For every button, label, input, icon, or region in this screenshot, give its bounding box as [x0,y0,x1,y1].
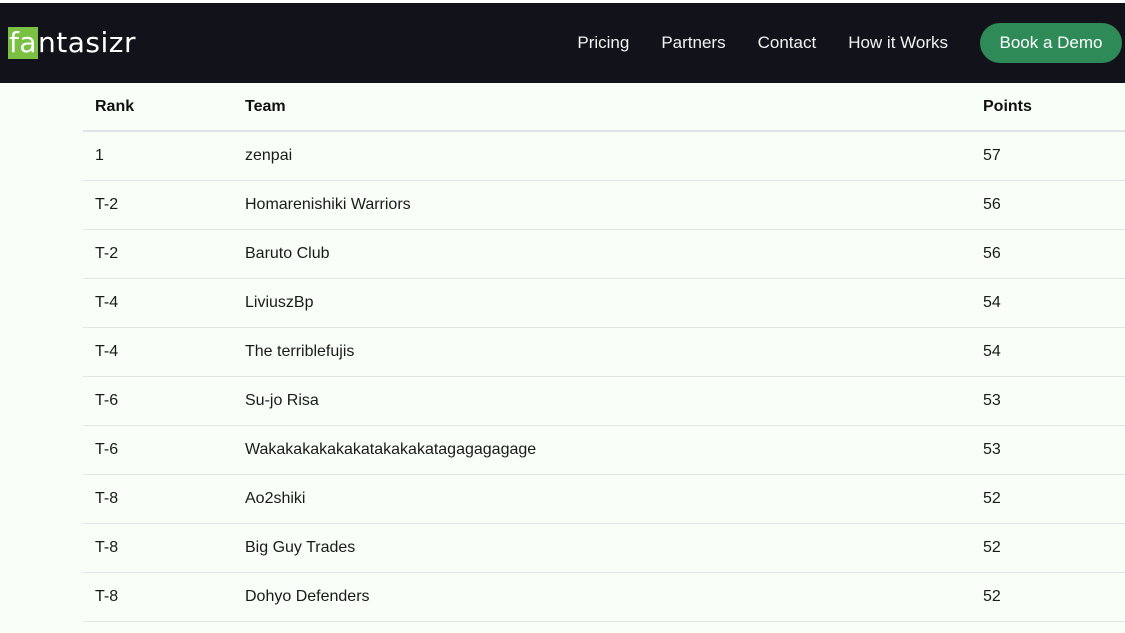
team-cell: Ao2shiki [233,474,971,524]
table-row[interactable]: T-4 LiviuszBp 54 [83,278,1125,328]
nav-links: Pricing Partners Contact How it Works Bo… [577,3,1125,83]
rank-cell: T-8 [83,474,233,524]
team-cell: The terriblefujis [233,327,971,377]
column-header-rank[interactable]: Rank [83,83,233,132]
points-cell: 57 [971,131,1125,181]
team-cell: Su-jo Risa [233,376,971,426]
points-cell: 52 [971,523,1125,573]
points-cell: 54 [971,327,1125,377]
rank-cell: T-8 [83,523,233,573]
team-cell: Baruto Club [233,229,971,279]
nav-how-it-works[interactable]: How it Works [848,33,948,53]
table-row[interactable]: T-6 Su-jo Risa 53 [83,376,1125,426]
table-header-row: Rank Team Points [83,83,1125,132]
column-header-points[interactable]: Points [971,83,1125,132]
logo[interactable]: fa ntasizr [8,27,136,59]
team-cell: Dohyo Defenders [233,572,971,622]
rank-cell: T-2 [83,229,233,279]
logo-highlight: fa [8,26,39,59]
team-cell: Wakakakakakakatakakakatagagagagage [233,425,971,475]
points-cell: 53 [971,376,1125,426]
table-row[interactable]: 1 zenpai 57 [83,131,1125,181]
table-row[interactable]: T-6 Wakakakakakakatakakakatagagagagage 5… [83,425,1125,475]
points-cell: 53 [971,425,1125,475]
table-row[interactable]: T-8 Big Guy Trades 52 [83,523,1125,573]
table-row[interactable]: T-8 Ao2shiki 52 [83,474,1125,524]
rank-cell: T-4 [83,278,233,328]
nav-partners[interactable]: Partners [661,33,725,53]
nav-pricing[interactable]: Pricing [577,33,629,53]
team-cell: Big Guy Trades [233,523,971,573]
points-cell: 54 [971,278,1125,328]
rank-cell: T-6 [83,425,233,475]
rank-cell: T-6 [83,376,233,426]
table-row[interactable]: T-8 Dohyo Defenders 52 [83,572,1125,622]
navbar: fa ntasizr Pricing Partners Contact How i… [0,3,1125,83]
rank-cell: T-8 [83,572,233,622]
leaderboard: Rank Team Points 1 zenpai 57 T-2 Homaren… [83,83,1125,622]
points-cell: 52 [971,572,1125,622]
points-cell: 56 [971,180,1125,230]
leaderboard-table: Rank Team Points 1 zenpai 57 T-2 Homaren… [83,83,1125,622]
rank-cell: T-2 [83,180,233,230]
table-row[interactable]: T-2 Baruto Club 56 [83,229,1125,279]
nav-contact[interactable]: Contact [758,33,817,53]
column-header-team[interactable]: Team [233,83,971,132]
table-row[interactable]: T-4 The terriblefujis 54 [83,327,1125,377]
team-cell: Homarenishiki Warriors [233,180,971,230]
team-cell: zenpai [233,131,971,181]
points-cell: 52 [971,474,1125,524]
points-cell: 56 [971,229,1125,279]
logo-text: ntasizr [38,26,136,59]
rank-cell: 1 [83,131,233,181]
table-row[interactable]: T-2 Homarenishiki Warriors 56 [83,180,1125,230]
rank-cell: T-4 [83,327,233,377]
book-demo-button[interactable]: Book a Demo [980,23,1122,63]
team-cell: LiviuszBp [233,278,971,328]
